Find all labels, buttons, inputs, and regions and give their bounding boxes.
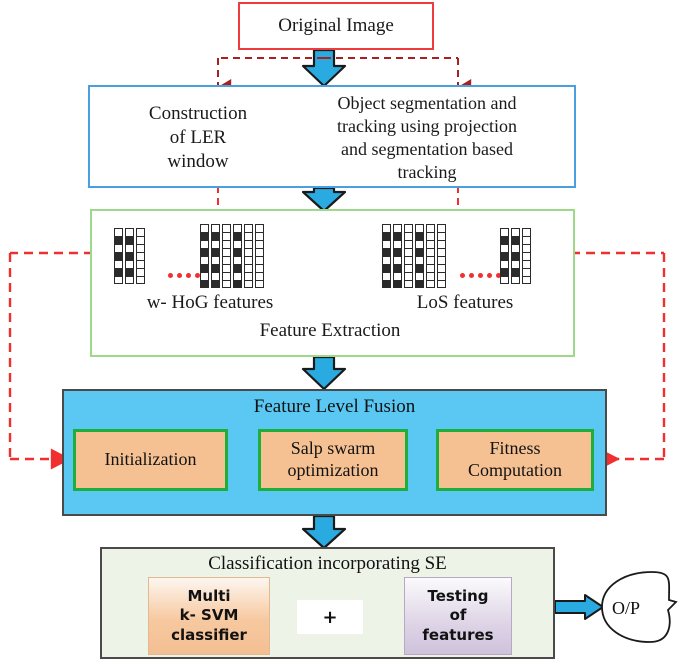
node-initialization[interactable]: Initialization <box>73 429 228 491</box>
feature-vector-bar <box>393 224 402 288</box>
object-segmentation-line-2: tracking using projection <box>337 115 517 136</box>
feature-vector-bar <box>222 224 231 288</box>
ellipsis-dot <box>177 272 182 278</box>
feature-vector-bar <box>136 228 145 284</box>
node-testing-of-features[interactable]: Testing of features <box>404 577 512 655</box>
feature-vector-bar <box>211 224 220 288</box>
feature-vector-bar <box>404 224 413 288</box>
node-output-label: O/P <box>611 598 640 618</box>
feature-vector-bar <box>500 228 509 284</box>
feature-vector-bar <box>114 228 123 284</box>
construction-ler-line-1: Construction <box>148 103 248 125</box>
feature-vector-bar <box>200 224 209 288</box>
feature-vector-glyph-whog-b <box>200 224 264 288</box>
label-los-features: LoS features <box>416 292 514 313</box>
object-segmentation-line-4: tracking <box>397 162 457 183</box>
node-plus-operator: + <box>297 600 363 634</box>
ellipsis-dot <box>186 272 191 278</box>
fitness-computation-line-2: Computation <box>468 460 562 480</box>
testing-features-line-1: Testing <box>427 586 489 605</box>
feature-vector-bar <box>255 224 264 288</box>
feature-vector-bar <box>415 224 424 288</box>
feature-vector-bar <box>437 224 446 288</box>
testing-features-line-2: of <box>449 606 467 625</box>
feature-vector-bar <box>382 224 391 288</box>
node-original-image[interactable]: Original Image <box>238 2 434 50</box>
node-salp-swarm-optimization[interactable]: Salp swarm optimization <box>258 429 408 491</box>
label-classification-se: Classification incorporating SE <box>208 553 447 574</box>
feature-vector-bar <box>511 228 520 284</box>
node-multi-ksvm-classifier[interactable]: Multi k- SVM classifier <box>148 577 270 655</box>
plus-symbol: + <box>322 606 338 628</box>
node-original-image-label: Original Image <box>278 15 394 36</box>
label-whog-features: w- HoG features <box>146 292 274 313</box>
feature-vector-bar <box>125 228 134 284</box>
arrow-stage2-to-featext <box>301 186 347 213</box>
label-feature-extraction: Feature Extraction <box>259 320 401 341</box>
ellipsis-dot <box>460 272 465 278</box>
feature-vector-bar <box>244 224 253 288</box>
fitness-computation-line-1: Fitness <box>489 438 541 459</box>
arrow-featext-to-fusion <box>301 355 347 391</box>
salp-swarm-line-1: Salp swarm <box>290 438 376 459</box>
ellipsis-dot <box>168 272 173 278</box>
feature-vector-glyph-los-b <box>500 228 531 284</box>
multi-ksvm-line-1: Multi <box>187 586 231 605</box>
ellipsis-dot <box>478 272 483 278</box>
feature-vector-bar <box>426 224 435 288</box>
ellipsis-dot <box>469 272 474 278</box>
node-fitness-computation[interactable]: Fitness Computation <box>436 429 594 491</box>
node-initialization-label: Initialization <box>104 449 197 470</box>
object-segmentation-line-1: Object segmentation and <box>337 92 517 113</box>
construction-ler-line-3: window <box>167 150 229 172</box>
testing-features-line-3: features <box>422 625 494 644</box>
feature-vector-glyph-whog-a <box>114 228 145 284</box>
construction-ler-line-2: of LER <box>169 127 227 149</box>
ellipsis-dot <box>487 272 492 278</box>
node-object-segmentation[interactable]: Object segmentation and tracking using p… <box>292 90 562 186</box>
label-feature-level-fusion: Feature Level Fusion <box>253 396 416 417</box>
feature-vector-bar <box>522 228 531 284</box>
flowchart-canvas: Original Image Construction of LER windo… <box>0 0 685 664</box>
multi-ksvm-line-3: classifier <box>171 625 247 644</box>
arrow-original-to-stage2 <box>301 48 347 88</box>
object-segmentation-line-3: and segmentation based <box>341 139 513 159</box>
node-construction-ler[interactable]: Construction of LER window <box>108 96 288 180</box>
arrow-fusion-to-classification <box>301 514 347 550</box>
multi-ksvm-line-2: k- SVM <box>179 606 239 625</box>
feature-vector-bar <box>233 224 242 288</box>
feature-vector-glyph-los-a <box>382 224 446 288</box>
salp-swarm-line-2: optimization <box>287 460 379 480</box>
